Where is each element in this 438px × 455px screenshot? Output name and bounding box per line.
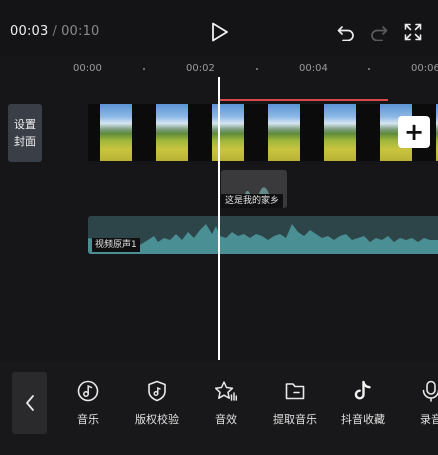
set-cover-button[interactable]: 设置 封面 (8, 104, 42, 162)
ruler-tick (143, 68, 145, 70)
cover-label-line1: 设置 (14, 118, 36, 131)
video-thumbnail (200, 104, 256, 161)
tool-music[interactable]: 音乐 (53, 380, 123, 427)
tool-label: 录音 (420, 413, 438, 426)
video-thumbnail (144, 104, 200, 161)
audio-track[interactable] (88, 216, 438, 254)
play-icon[interactable] (211, 22, 229, 42)
top-bar: 00:03/00:10 (0, 0, 438, 56)
fullscreen-icon[interactable] (404, 23, 422, 41)
ruler-tick (256, 68, 258, 70)
extract-music-icon (285, 383, 305, 400)
copyright-check-icon (148, 380, 166, 402)
back-button[interactable] (12, 372, 47, 434)
tool-douyin-favorites[interactable]: 抖音收藏 (328, 380, 398, 427)
sound-effect-icon (215, 381, 237, 401)
video-clip[interactable] (88, 104, 438, 161)
text-clip-label: 这是我的家乡 (221, 194, 284, 208)
time-separator: / (52, 24, 58, 39)
current-time: 00:03 (10, 24, 49, 39)
chevron-left-icon (25, 395, 34, 411)
cover-label-line2: 封面 (14, 135, 36, 148)
tool-label: 抖音收藏 (341, 413, 385, 426)
tool-record[interactable]: 录音 (396, 380, 438, 427)
video-thumbnail (88, 104, 144, 161)
tool-label: 音乐 (77, 413, 99, 426)
ruler-label: 00:00 (73, 63, 102, 74)
plus-icon: + (403, 118, 425, 146)
record-icon (422, 380, 438, 402)
time-display: 00:03/00:10 (10, 24, 100, 39)
redo-icon[interactable] (370, 23, 388, 41)
ruler-label: 00:04 (299, 63, 328, 74)
music-icon (77, 380, 99, 402)
audio-waveform (88, 224, 438, 254)
video-thumbnail (312, 104, 368, 161)
tool-sound-effect[interactable]: 音效 (191, 380, 261, 427)
tool-copyright-check[interactable]: 版权校验 (122, 380, 192, 427)
douyin-favorites-icon (354, 380, 371, 400)
marker-line (220, 99, 388, 101)
ruler-label: 00:02 (186, 63, 215, 74)
tool-extract-music[interactable]: 提取音乐 (260, 380, 330, 427)
tool-label: 音效 (215, 413, 237, 426)
bottom-toolbar: 音乐 版权校验 音效 提取音乐 抖音收藏 录音 (0, 362, 438, 455)
tool-label: 版权校验 (135, 413, 179, 426)
playhead[interactable] (218, 77, 220, 360)
tool-label: 提取音乐 (273, 413, 317, 426)
ruler-label: 00:06 (411, 63, 438, 74)
ruler-tick (368, 68, 370, 70)
undo-icon[interactable] (337, 23, 355, 41)
total-time: 00:10 (61, 24, 100, 39)
video-thumbnail (256, 104, 312, 161)
audio-track-label: 视频原声1 (92, 238, 140, 252)
add-clip-button[interactable]: + (398, 116, 430, 148)
